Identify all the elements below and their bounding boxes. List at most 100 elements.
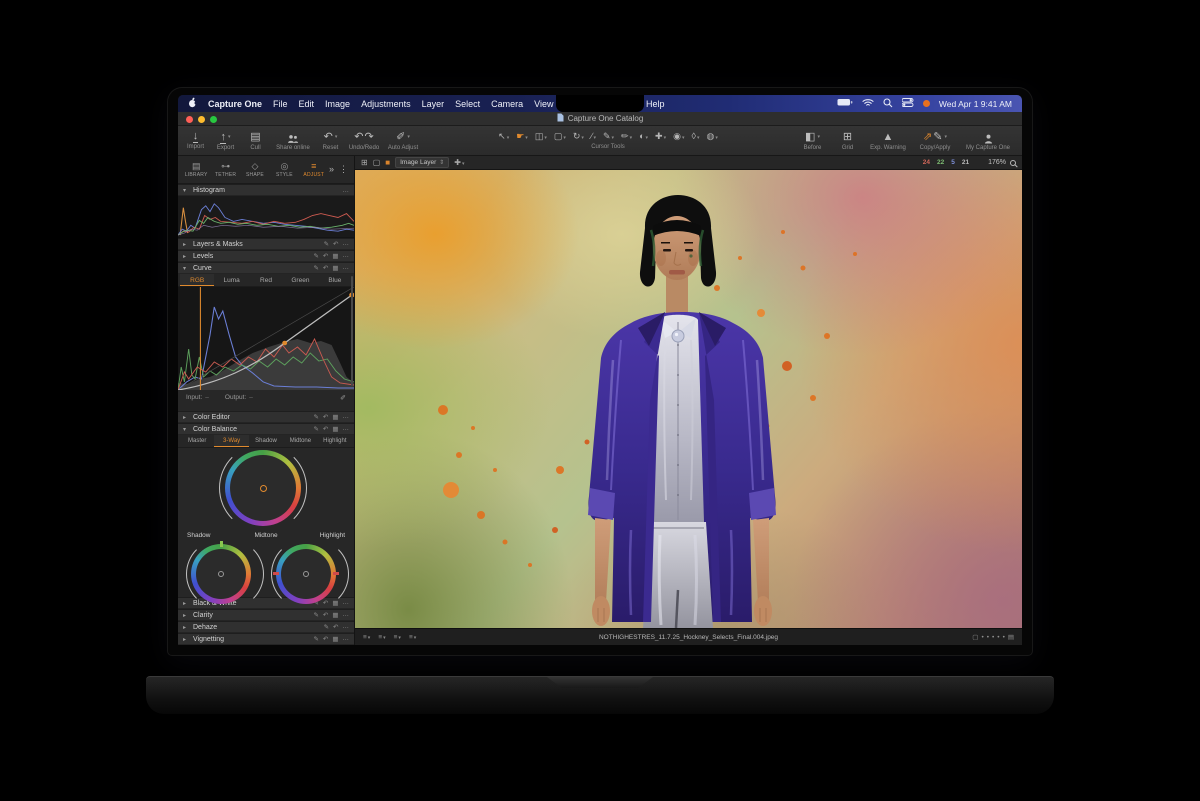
panel-header-color-balance[interactable]: ▾ Color Balance ✎↶▦… xyxy=(178,423,354,435)
panel-more-icon[interactable]: … xyxy=(343,611,350,619)
preset-icon[interactable]: ▦ xyxy=(332,425,338,433)
tab-shape[interactable]: ◇SHAPE xyxy=(241,161,269,178)
control-center-icon[interactable] xyxy=(902,98,914,109)
tab-style[interactable]: ◎STYLE xyxy=(270,161,298,178)
menu-image[interactable]: Image xyxy=(325,99,350,109)
menu-view[interactable]: View xyxy=(534,99,553,109)
panel-more-icon[interactable]: … xyxy=(343,413,350,421)
panel-more-icon[interactable]: … xyxy=(343,623,350,631)
tab-adjust[interactable]: ≡ADJUST xyxy=(300,161,328,178)
search-icon[interactable] xyxy=(883,98,893,110)
cursor-tool-picker[interactable]: ◊▾ xyxy=(691,131,699,142)
cb-tab-master[interactable]: Master xyxy=(180,435,214,447)
tabs-menu-icon[interactable]: ⋮ xyxy=(339,164,348,175)
menu-edit[interactable]: Edit xyxy=(299,99,315,109)
reset-icon[interactable]: ↶ xyxy=(323,425,328,433)
add-layer-button[interactable]: ✚▾ xyxy=(454,158,464,167)
tab-library[interactable]: ▤LIBRARY xyxy=(182,161,210,178)
filmstrip-dot[interactable]: • xyxy=(997,634,999,641)
panel-header-histogram[interactable]: ▾ Histogram … xyxy=(178,184,354,196)
proof-profile-icon[interactable]: ■ xyxy=(385,158,390,167)
cursor-tool-draw-mask[interactable]: ✎▾ xyxy=(603,131,614,142)
brush-icon[interactable]: ✎ xyxy=(313,635,318,643)
midtone-wheel-marker[interactable] xyxy=(260,485,267,492)
zoom-control[interactable]: 176% xyxy=(988,159,1016,166)
curve-output-value[interactable]: – xyxy=(249,394,253,401)
photo-canvas[interactable] xyxy=(355,170,1022,628)
preset-icon[interactable]: ▦ xyxy=(332,413,338,421)
menu-camera[interactable]: Camera xyxy=(491,99,523,109)
exposure-warning-button[interactable]: ▲ Exp. Warning xyxy=(868,128,908,153)
reset-button[interactable]: ↶▾ Reset xyxy=(316,128,345,153)
export-button[interactable]: ↑▾ Export xyxy=(211,128,240,153)
panel-more-icon[interactable]: … xyxy=(343,187,350,194)
brush-icon[interactable]: ✎ xyxy=(313,413,318,421)
status-option-3[interactable]: ≡▾ xyxy=(394,634,401,641)
curve-input-value[interactable]: – xyxy=(205,394,209,401)
multi-view-icon[interactable]: ⊞ xyxy=(361,158,368,167)
status-option-1[interactable]: ≡▾ xyxy=(363,634,370,641)
panel-more-icon[interactable]: … xyxy=(343,252,350,260)
undo-redo-button[interactable]: ↶↷ Undo/Redo xyxy=(346,128,382,153)
cursor-tool-clone[interactable]: ✚▾ xyxy=(655,131,666,142)
cull-button[interactable]: ▤ Cull xyxy=(241,128,270,153)
curve-picker-icon[interactable]: ✐ xyxy=(340,394,346,402)
layer-selector[interactable]: Image Layer ⇕ xyxy=(395,157,449,168)
panel-header-layers-masks[interactable]: ▸ Layers & Masks ✎↶… xyxy=(178,238,354,250)
cursor-tool-crop[interactable]: ◫▾ xyxy=(535,131,547,142)
curve-tab-luma[interactable]: Luma xyxy=(214,274,248,286)
filmstrip-dot[interactable]: • xyxy=(992,634,994,641)
cursor-tool-heal[interactable]: ◐▾ xyxy=(639,131,648,142)
filmstrip-dot[interactable]: • xyxy=(981,634,983,641)
shadow-wheel-marker[interactable] xyxy=(218,571,224,577)
filmstrip-dot[interactable]: • xyxy=(1003,634,1005,641)
menu-adjustments[interactable]: Adjustments xyxy=(361,99,411,109)
reset-icon[interactable]: ↶ xyxy=(323,611,328,619)
cb-tab-highlight[interactable]: Highlight xyxy=(318,435,352,447)
menu-layer[interactable]: Layer xyxy=(422,99,445,109)
panel-header-vignetting[interactable]: ▸ Vignetting ✎↶▦… xyxy=(178,633,354,645)
preset-icon[interactable]: ▦ xyxy=(332,635,338,643)
sidebar-scrollbar[interactable] xyxy=(351,276,353,386)
panel-header-clarity[interactable]: ▸ Clarity ✎↶▦… xyxy=(178,609,354,621)
panel-more-icon[interactable]: … xyxy=(343,240,350,248)
cb-tab-midtone[interactable]: Midtone xyxy=(283,435,317,447)
reset-icon[interactable]: ↶ xyxy=(323,264,328,272)
panel-header-curve[interactable]: ▾ Curve ✎↶▦… xyxy=(178,262,354,274)
apple-menu-icon[interactable] xyxy=(188,97,197,110)
preset-icon[interactable]: ▦ xyxy=(332,264,338,272)
reset-icon[interactable]: ↶ xyxy=(323,413,328,421)
brush-icon[interactable]: ✎ xyxy=(313,611,318,619)
single-view-icon[interactable]: ▢ xyxy=(373,158,381,167)
reset-icon[interactable]: ↶ xyxy=(323,635,328,643)
panel-more-icon[interactable]: … xyxy=(343,425,350,433)
reset-icon[interactable]: ↶ xyxy=(323,252,328,260)
battery-icon[interactable] xyxy=(837,98,853,109)
auto-adjust-button[interactable]: ✐▾ Auto Adjust xyxy=(383,128,423,153)
reset-icon[interactable]: ↶ xyxy=(333,623,338,631)
cursor-tool-rotate[interactable]: ↻▾ xyxy=(573,131,584,142)
status-option-4[interactable]: ≡▾ xyxy=(409,634,416,641)
panel-header-dehaze[interactable]: ▸ Dehaze ✎↶… xyxy=(178,621,354,633)
before-button[interactable]: ◧▾ Before xyxy=(798,128,827,153)
expand-tabs-icon[interactable]: » xyxy=(329,164,334,175)
reset-icon[interactable]: ↶ xyxy=(333,240,338,248)
zoom-level[interactable]: 176% xyxy=(988,159,1006,166)
brush-icon[interactable]: ✎ xyxy=(313,252,318,260)
filmstrip-dot[interactable]: • xyxy=(987,634,989,641)
menu-help[interactable]: Help xyxy=(646,99,665,109)
cursor-tool-spot[interactable]: ◉▾ xyxy=(673,131,684,142)
preset-icon[interactable]: ▦ xyxy=(332,252,338,260)
capture-one-status-icon[interactable] xyxy=(923,100,930,107)
panel-more-icon[interactable]: … xyxy=(343,635,350,643)
filmstrip-icon[interactable]: ▤ xyxy=(1008,633,1014,641)
wifi-icon[interactable] xyxy=(862,98,874,109)
tab-tether[interactable]: ⊶TETHER xyxy=(211,161,239,178)
my-capture-one-button[interactable]: My Capture One xyxy=(962,128,1014,153)
panel-more-icon[interactable]: … xyxy=(343,599,350,607)
curve-tab-red[interactable]: Red xyxy=(249,274,283,286)
copy-apply-button[interactable]: ⇗✎▾ Copy/Apply xyxy=(914,128,956,153)
grid-button[interactable]: ⊞ Grid xyxy=(833,128,862,153)
curve-tab-blue[interactable]: Blue xyxy=(318,274,352,286)
menu-select[interactable]: Select xyxy=(455,99,480,109)
